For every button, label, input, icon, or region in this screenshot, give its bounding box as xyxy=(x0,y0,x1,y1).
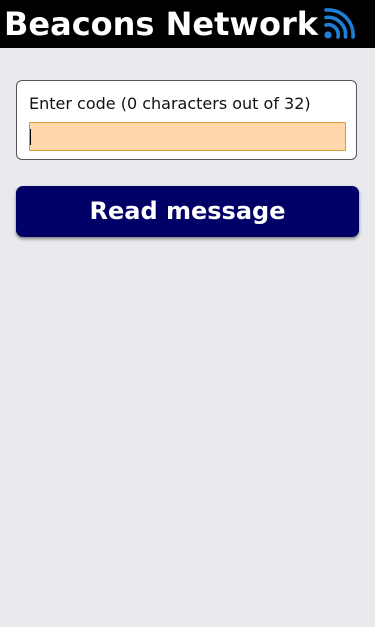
rss-feed-icon xyxy=(323,8,357,40)
text-caret xyxy=(30,129,31,145)
code-input[interactable] xyxy=(29,122,346,151)
code-entry-card: Enter code (0 characters out of 32) xyxy=(16,80,357,160)
read-message-button[interactable]: Read message xyxy=(16,186,359,237)
app-header: Beacons Network xyxy=(0,0,375,48)
app-title: Beacons Network xyxy=(4,5,318,43)
code-input-label: Enter code (0 characters out of 32) xyxy=(29,94,311,113)
